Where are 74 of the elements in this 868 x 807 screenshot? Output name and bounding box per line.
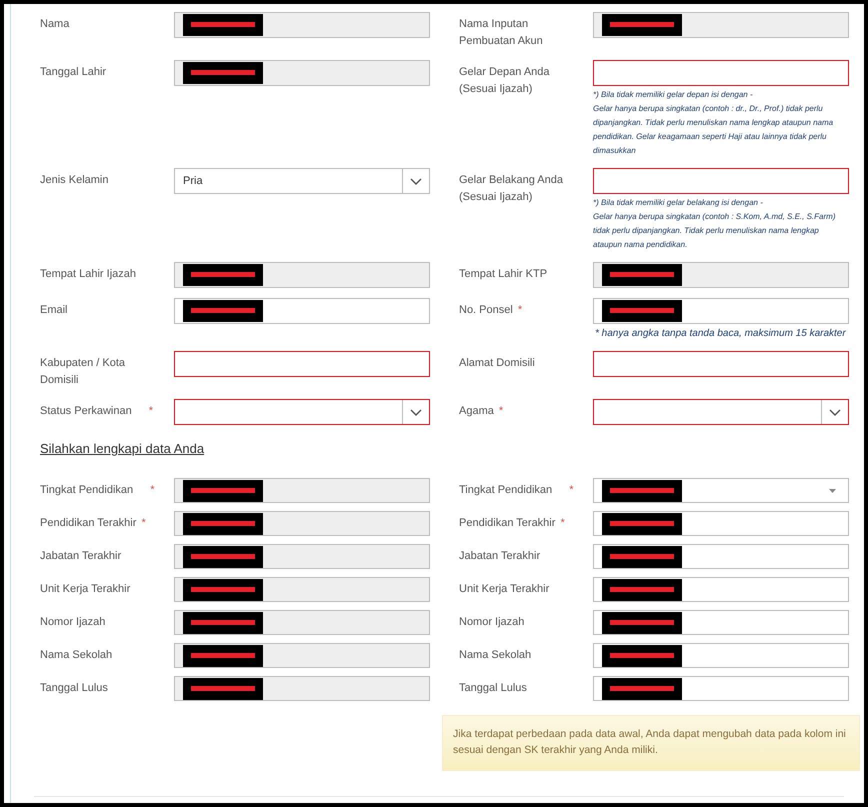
select-field[interactable]: [593, 478, 849, 503]
field-label: Unit Kerja Terakhir: [40, 583, 130, 595]
input-field[interactable]: [593, 298, 849, 324]
field-label: Nama Sekolah: [459, 649, 532, 661]
field-label: Agama: [459, 405, 494, 417]
field-label: Nomor Ijazah: [40, 616, 106, 628]
field-label: Pendidikan Terakhir: [459, 517, 556, 529]
input-field[interactable]: [593, 643, 849, 668]
input-field[interactable]: [593, 511, 849, 536]
input-field[interactable]: [593, 262, 849, 288]
chevron-down-icon: [410, 408, 422, 416]
field-label: Jenis Kelamin: [40, 174, 108, 186]
field-label: Tanggal Lulus: [40, 682, 108, 694]
field-label: Jabatan Terakhir: [40, 550, 122, 562]
field-label: Email: [40, 304, 68, 316]
field-label: Nama Sekolah: [40, 649, 112, 661]
input-field[interactable]: [593, 168, 849, 194]
hint-text: * hanya angka tanpa tanda baca, maksimum 15 karakter: [595, 327, 847, 341]
chevron-down-icon: [410, 178, 422, 184]
field-label: Pendidikan Terakhir: [40, 517, 136, 529]
select-field[interactable]: Pria: [174, 168, 430, 194]
input-field[interactable]: [174, 610, 430, 635]
input-field[interactable]: [174, 262, 430, 288]
field-label: Status Perkawinan: [40, 405, 132, 417]
required-mark: *: [560, 517, 565, 529]
input-field[interactable]: [593, 60, 849, 86]
field-label: Tingkat Pendidikan: [459, 484, 552, 496]
input-field[interactable]: [174, 351, 430, 377]
required-mark: *: [518, 304, 522, 316]
input-field[interactable]: [593, 12, 849, 38]
required-mark: *: [141, 517, 146, 529]
required-mark: *: [150, 484, 154, 496]
input-field[interactable]: [593, 544, 849, 569]
input-field[interactable]: [593, 610, 849, 635]
info-notice: Jika terdapat perbedaan pada data awal, Anda dapat mengubah data pada kolom ini sesuai dengan SK terakhir yang Anda miliki.: [442, 715, 860, 771]
input-field[interactable]: [593, 577, 849, 602]
required-mark: *: [498, 405, 504, 417]
field-label: Unit Kerja Terakhir: [459, 583, 550, 595]
input-field[interactable]: [593, 676, 849, 701]
section-title: Silahkan lengkapi data Anda: [40, 441, 206, 456]
caret-down-icon: [829, 489, 836, 493]
field-label: Tempat Lahir KTP: [459, 268, 548, 280]
input-field[interactable]: [174, 60, 430, 86]
select-field[interactable]: [593, 399, 849, 425]
input-field[interactable]: [174, 298, 430, 324]
field-label: Tanggal Lahir: [40, 66, 106, 78]
select-field[interactable]: [174, 399, 430, 425]
hint-text: Gelar hanya berupa singkatan (contoh : dr., Dr., Prof.) tidak perlu dipanjangkan. Tidak perlu menuliskan nama lengkap ataupun nama pendidikan. Gelar keagamaan seperti Haji atau lainnya tidak perlu dimasukkan: [593, 103, 834, 157]
field-label: Nama Inputan Pembuatan Akun: [459, 18, 543, 47]
input-field[interactable]: [174, 577, 430, 602]
field-label: Tingkat Pendidikan: [40, 484, 134, 496]
chevron-down-icon: [829, 408, 841, 416]
hint-text: Gelar hanya berupa singkatan (contoh : S.Kom, A.md, S.E., S.Farm) tidak perlu dipanjangkan. Tidak perlu menuliskan nama lengkap ataupun nama pendidikan.: [593, 211, 836, 251]
field-label: Kabupaten / Kota Domisili: [40, 357, 126, 386]
required-mark: *: [148, 405, 154, 417]
field-label: Alamat Domisili: [459, 357, 535, 369]
required-mark: *: [569, 484, 574, 496]
input-field[interactable]: [174, 511, 430, 536]
input-field[interactable]: [174, 544, 430, 569]
field-label: Nama: [40, 18, 70, 30]
field-label: Tanggal Lulus: [459, 682, 527, 694]
field-label: Nomor Ijazah: [459, 616, 524, 628]
field-label: Tempat Lahir Ijazah: [40, 268, 136, 280]
input-field[interactable]: [593, 351, 849, 377]
input-field[interactable]: [174, 12, 430, 38]
hint-text: *) Bila tidak memiliki gelar belakang isi dengan -: [593, 197, 764, 209]
field-label: No. Ponsel: [459, 304, 513, 316]
field-label: Gelar Depan Anda (Sesuai Ijazah): [459, 66, 550, 95]
input-field[interactable]: [174, 478, 430, 503]
field-label: Gelar Belakang Anda (Sesuai Ijazah): [459, 174, 563, 203]
input-field[interactable]: [174, 643, 430, 668]
hint-text: *) Bila tidak memiliki gelar depan isi dengan -: [593, 89, 754, 101]
field-label: Jabatan Terakhir: [459, 550, 540, 562]
input-field[interactable]: [174, 676, 430, 701]
